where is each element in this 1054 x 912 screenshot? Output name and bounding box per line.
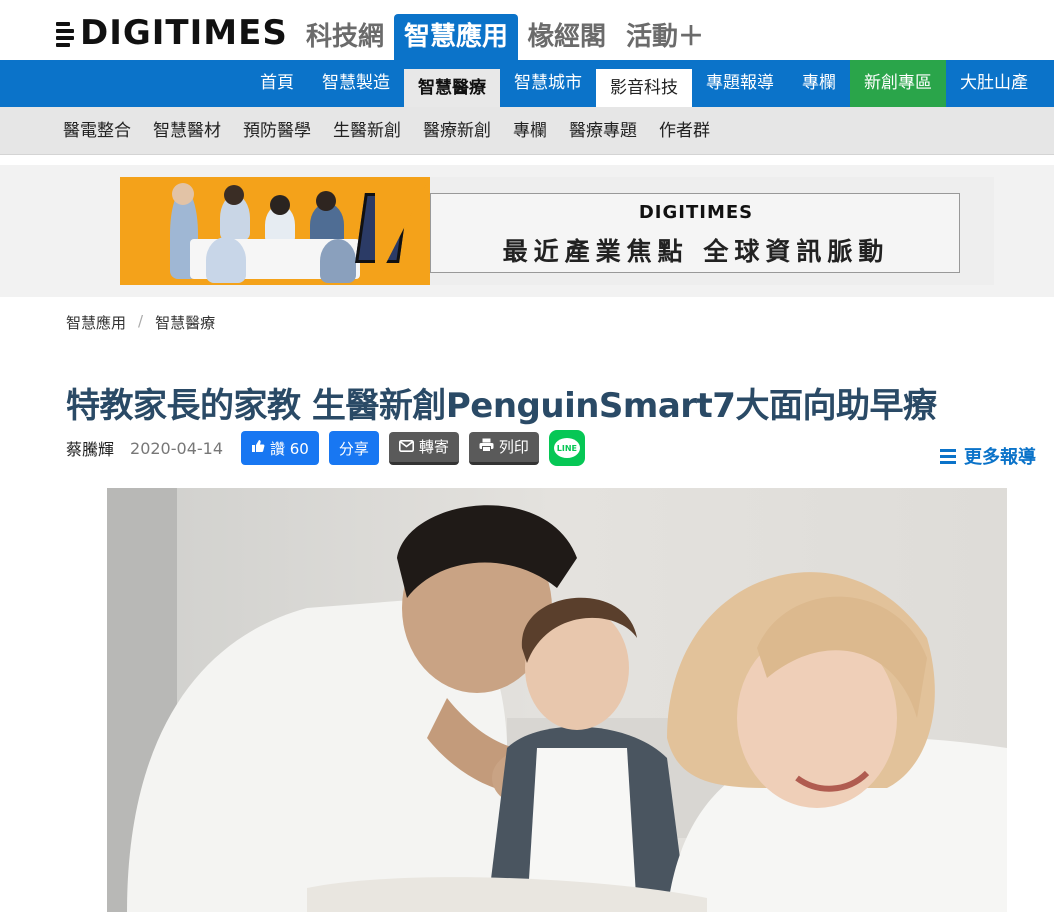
breadcrumb: 智慧應用 / 智慧醫療	[66, 312, 215, 333]
menu-icon	[940, 449, 956, 464]
logo-mark-icon	[56, 19, 78, 47]
more-reports-label: 更多報導	[964, 447, 1036, 468]
nav-item-special-reports[interactable]: 專題報導	[692, 60, 788, 107]
banner-divider	[375, 177, 430, 285]
author-name[interactable]: 蔡騰輝	[66, 436, 114, 460]
line-icon: LINE	[553, 438, 580, 458]
like-button[interactable]: 讚 60	[241, 431, 319, 465]
primary-nav: 首頁 智慧製造 智慧醫療 智慧城市 影音科技 專題報導 專欄 新創專區 大肚山產	[0, 60, 1054, 107]
printer-icon	[479, 438, 494, 456]
section-tab-tech[interactable]: 科技網	[296, 14, 394, 60]
banner-text-box: DIGITIMES 最近產業焦點 全球資訊脈動	[430, 193, 960, 273]
nav-item-video-tech[interactable]: 影音科技	[596, 69, 692, 107]
category-item-5[interactable]: 醫療新創	[412, 107, 502, 155]
category-item-2[interactable]: 智慧醫材	[142, 107, 232, 155]
category-item-8[interactable]: 作者群	[648, 107, 721, 155]
section-tabs: 科技網 智慧應用 椽經閣 活動＋	[296, 14, 714, 60]
category-item-1[interactable]: 醫電整合	[52, 107, 142, 155]
nav-item-startups[interactable]: 新創專區	[850, 60, 946, 107]
print-button[interactable]: 列印	[468, 431, 539, 465]
category-item-4[interactable]: 生醫新創	[322, 107, 412, 155]
banner-area: DIGITIMES 最近產業焦點 全球資訊脈動	[0, 165, 1054, 297]
section-tab-pavilion[interactable]: 椽經閣	[518, 14, 616, 60]
nav-item-home[interactable]: 首頁	[246, 60, 308, 107]
digitimes-logo[interactable]: DIGITIMES	[56, 13, 288, 53]
publish-date: 2020-04-14	[130, 438, 223, 458]
article-meta: 蔡騰輝 2020-04-14 讚 60 分享 轉寄 列印 LINE	[66, 430, 595, 466]
breadcrumb-item-smart-healthcare[interactable]: 智慧醫療	[155, 312, 215, 333]
share-button[interactable]: 分享	[328, 431, 379, 465]
banner-ad[interactable]: DIGITIMES 最近產業焦點 全球資訊脈動	[120, 177, 994, 285]
nav-item-smart-manufacturing[interactable]: 智慧製造	[308, 60, 404, 107]
category-item-7[interactable]: 醫療專題	[558, 107, 648, 155]
site-header: DIGITIMES 科技網 智慧應用 椽經閣 活動＋	[0, 0, 1054, 60]
article-hero-image	[107, 488, 1007, 912]
print-label: 列印	[498, 438, 529, 456]
logo-text: DIGITIMES	[80, 13, 288, 53]
category-item-3[interactable]: 預防醫學	[232, 107, 322, 155]
forward-button[interactable]: 轉寄	[388, 431, 459, 465]
nav-item-dadu[interactable]: 大肚山產	[946, 60, 1042, 107]
thumbs-up-icon	[251, 439, 265, 457]
banner-logo: DIGITIMES	[638, 202, 754, 223]
like-label: 讚 60	[270, 439, 309, 458]
line-share-button[interactable]: LINE	[548, 430, 585, 466]
banner-slogan: 最近產業焦點 全球資訊脈動	[502, 237, 890, 266]
category-item-6[interactable]: 專欄	[502, 107, 558, 155]
section-tab-smart-apps[interactable]: 智慧應用	[394, 14, 519, 60]
more-reports-link[interactable]: 更多報導	[940, 443, 1036, 469]
nav-item-columns[interactable]: 專欄	[788, 60, 850, 107]
article-title: 特教家長的家教 生醫新創PenguinSmart7大面向助早療	[66, 386, 937, 426]
hero-photo-illustration	[107, 488, 1007, 912]
section-tab-events[interactable]: 活動＋	[616, 14, 714, 60]
nav-item-smart-city[interactable]: 智慧城市	[500, 60, 596, 107]
breadcrumb-item-smart-apps[interactable]: 智慧應用	[66, 312, 126, 333]
nav-item-smart-healthcare[interactable]: 智慧醫療	[404, 69, 500, 107]
envelope-icon	[398, 438, 414, 456]
category-nav: 醫電整合 智慧醫材 預防醫學 生醫新創 醫療新創 專欄 醫療專題 作者群	[0, 107, 1054, 155]
forward-label: 轉寄	[418, 438, 449, 456]
breadcrumb-separator: /	[138, 312, 144, 330]
share-label: 分享	[338, 439, 369, 458]
